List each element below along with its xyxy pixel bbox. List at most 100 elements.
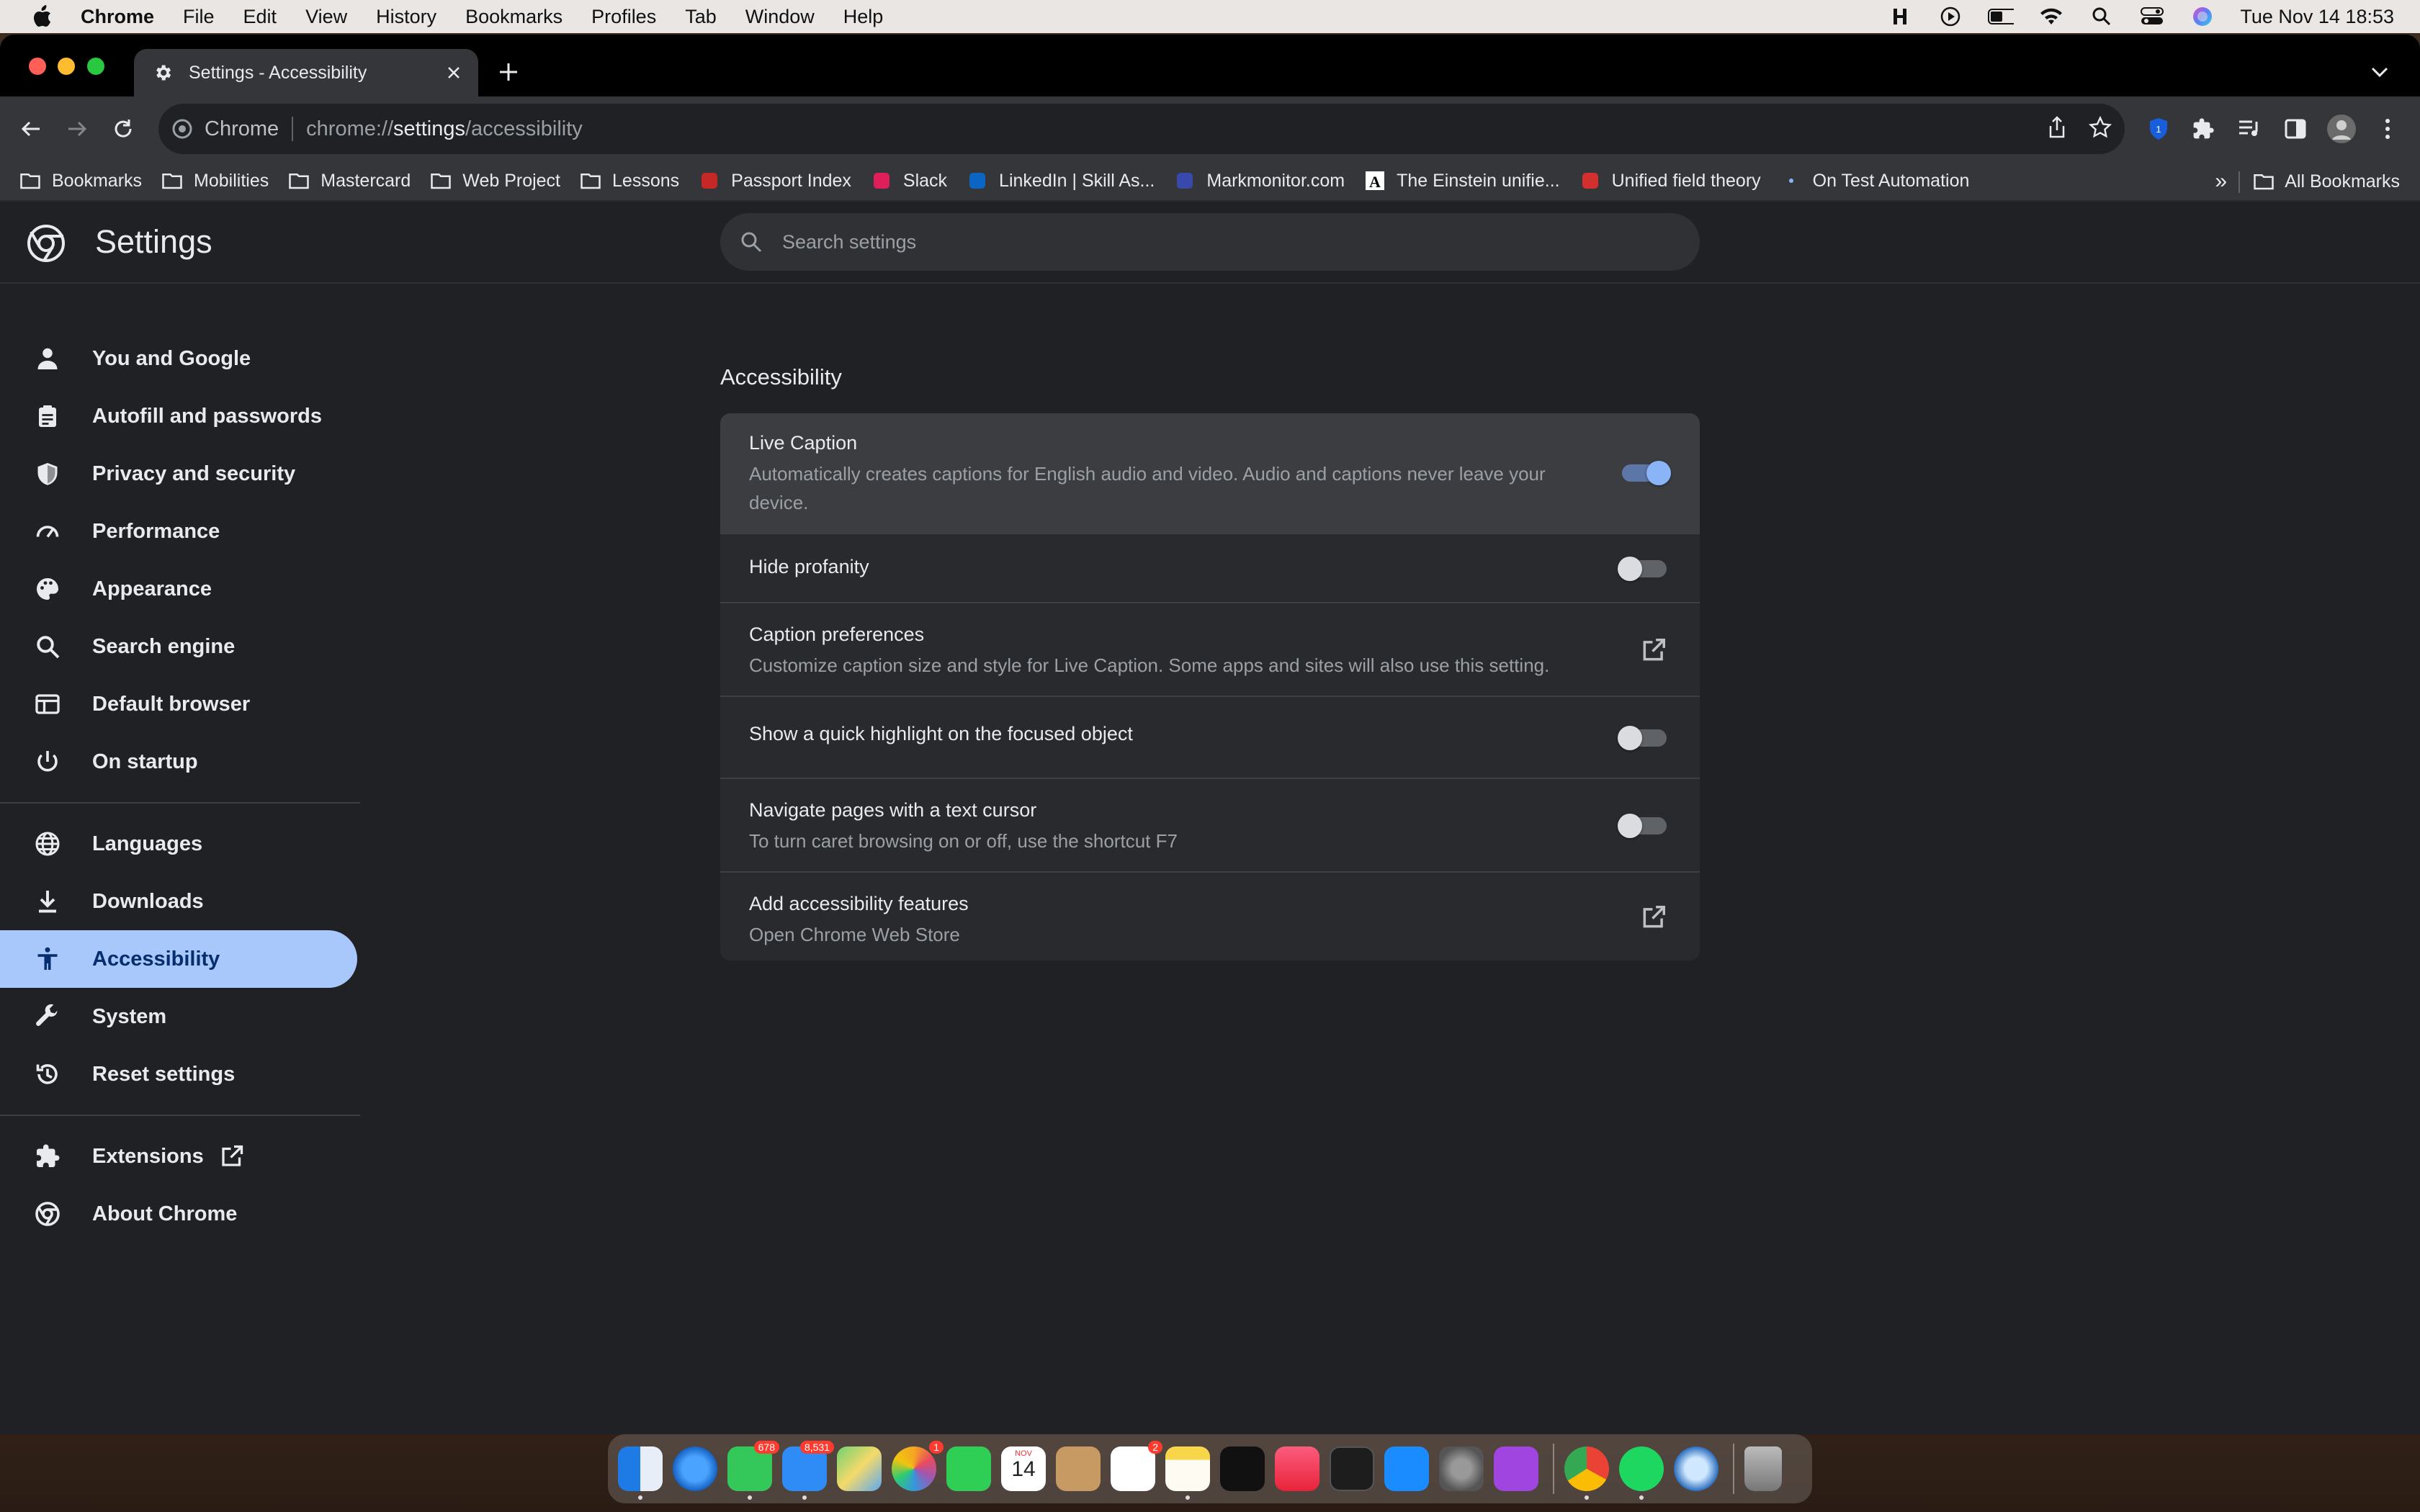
sidebar-item-privacy-and-security[interactable]: Privacy and security <box>0 445 357 503</box>
sidebar-item-appearance[interactable]: Appearance <box>0 560 357 618</box>
h-app-icon[interactable] <box>1887 6 1913 27</box>
bookmark-unified-field-theory[interactable]: Unified field theory <box>1579 171 1761 192</box>
reminders-icon[interactable]: 2 <box>1111 1441 1162 1491</box>
music-icon[interactable] <box>1275 1446 1319 1491</box>
setting-row-hide-profanity[interactable]: Hide profanity <box>720 533 1700 602</box>
search-input[interactable] <box>782 230 1646 253</box>
menubar-clock[interactable]: Tue Nov 14 18:53 <box>2240 6 2394 28</box>
terminal-icon[interactable] <box>1330 1446 1374 1491</box>
chrome-dock-icon[interactable] <box>1564 1446 1609 1500</box>
quicktime-icon[interactable] <box>1674 1446 1718 1491</box>
live-caption-toggle[interactable] <box>1622 461 1671 485</box>
bookmark-mobilities[interactable]: Mobilities <box>161 171 269 192</box>
menu-edit[interactable]: Edit <box>243 6 277 28</box>
finder-icon[interactable] <box>618 1446 663 1500</box>
bookmark-bookmarks[interactable]: Bookmarks <box>19 171 142 192</box>
menu-view[interactable]: View <box>305 6 347 28</box>
tab-settings-accessibility[interactable]: Settings - Accessibility <box>134 49 478 96</box>
control-center-icon[interactable] <box>2139 6 2165 27</box>
reload-button[interactable] <box>107 112 140 145</box>
menu-window[interactable]: Window <box>745 6 815 28</box>
spotlight-search-icon[interactable] <box>2089 6 2115 27</box>
calendar-icon[interactable]: NOV 14 <box>1001 1446 1046 1491</box>
contacts-icon[interactable] <box>1056 1446 1101 1491</box>
tab-close-icon[interactable] <box>442 61 465 84</box>
hide-profanity-toggle[interactable] <box>1618 557 1667 581</box>
share-icon[interactable] <box>2047 115 2067 143</box>
sidebar-item-reset-settings[interactable]: Reset settings <box>0 1045 357 1103</box>
url-text[interactable]: chrome://settings/accessibility <box>306 117 583 141</box>
battery-icon[interactable] <box>1988 6 2015 27</box>
menu-bookmarks[interactable]: Bookmarks <box>465 6 563 28</box>
safari-icon[interactable] <box>673 1446 717 1491</box>
notes-icon[interactable] <box>1165 1446 1210 1500</box>
mail-icon[interactable]: 8,531 <box>782 1441 834 1500</box>
sidebar-item-extensions[interactable]: Extensions <box>0 1128 357 1185</box>
spotify-icon[interactable] <box>1619 1446 1664 1500</box>
sidebar-item-autofill-and-passwords[interactable]: Autofill and passwords <box>0 387 357 445</box>
extensions-puzzle-icon[interactable] <box>2187 112 2220 145</box>
bookmark-slack[interactable]: Slack <box>870 171 947 192</box>
apple-tv-icon[interactable] <box>1220 1446 1265 1491</box>
sidebar-item-accessibility[interactable]: Accessibility <box>0 930 357 988</box>
show-a-quick-highlight-on-the-focused-object-toggle[interactable] <box>1618 726 1667 750</box>
back-button[interactable] <box>14 112 48 145</box>
menu-tab[interactable]: Tab <box>685 6 717 28</box>
bookmarks-overflow-button[interactable]: » <box>2215 161 2227 202</box>
setting-row-show-a-quick-highlight-on-the-focused-object[interactable]: Show a quick highlight on the focused ob… <box>720 696 1700 778</box>
forward-button[interactable] <box>60 112 94 145</box>
setting-row-live-caption[interactable]: Live Caption Automatically creates captio… <box>720 413 1700 533</box>
bitwarden-extension-icon[interactable]: 1 <box>2142 112 2175 145</box>
window-close-button[interactable] <box>29 58 46 75</box>
all-bookmarks-button[interactable]: All Bookmarks <box>2253 161 2400 202</box>
external-link-icon[interactable] <box>1639 636 1668 665</box>
settings-search-box[interactable] <box>720 213 1700 271</box>
window-zoom-button[interactable] <box>87 58 104 75</box>
trash-icon[interactable] <box>1744 1446 1782 1491</box>
setting-row-navigate-pages-with-a-text-cursor[interactable]: Navigate pages with a text cursor To turn… <box>720 778 1700 871</box>
sidebar-item-on-startup[interactable]: On startup <box>0 733 357 791</box>
bookmark-on-test-automation[interactable]: On Test Automation <box>1780 171 1969 192</box>
window-minimize-button[interactable] <box>58 58 75 75</box>
app-store-icon[interactable] <box>1384 1446 1429 1491</box>
menu-help[interactable]: Help <box>843 6 884 28</box>
bookmark-web-project[interactable]: Web Project <box>429 171 560 192</box>
new-tab-button[interactable] <box>496 59 521 85</box>
messages-icon[interactable]: 678 <box>727 1441 779 1500</box>
external-link-icon[interactable] <box>1639 903 1668 932</box>
sidebar-item-about-chrome[interactable]: About Chrome <box>0 1185 357 1243</box>
facetime-icon[interactable] <box>946 1446 991 1491</box>
setting-row-caption-preferences[interactable]: Caption preferences Customize caption siz… <box>720 602 1700 696</box>
menu-file[interactable]: File <box>183 6 215 28</box>
menu-profiles[interactable]: Profiles <box>591 6 656 28</box>
sidebar-item-you-and-google[interactable]: You and Google <box>0 330 357 387</box>
sidebar-item-system[interactable]: System <box>0 988 357 1045</box>
address-bar[interactable]: Chrome chrome://settings/accessibility <box>158 104 2125 154</box>
sidebar-item-search-engine[interactable]: Search engine <box>0 618 357 675</box>
side-panel-icon[interactable] <box>2279 112 2312 145</box>
bookmark-markmonitor-com[interactable]: Markmonitor.com <box>1173 171 1345 192</box>
maps-icon[interactable] <box>837 1446 882 1491</box>
bookmark-linkedin-skill-as[interactable]: LinkedIn | Skill As... <box>966 171 1155 192</box>
media-controls-icon[interactable] <box>2233 112 2266 145</box>
bookmark-star-icon[interactable] <box>2088 115 2112 143</box>
apple-menu-icon[interactable] <box>27 2 56 31</box>
bookmark-passport-index[interactable]: Passport Index <box>698 171 851 192</box>
play-icon[interactable] <box>1937 6 1963 27</box>
photos-icon[interactable]: 1 <box>892 1441 944 1491</box>
wifi-icon[interactable] <box>2038 6 2064 27</box>
menu-app-chrome[interactable]: Chrome <box>81 6 154 28</box>
chrome-menu-kebab-icon[interactable] <box>2371 112 2404 145</box>
siri-icon[interactable] <box>2190 6 2215 27</box>
navigate-pages-with-a-text-cursor-toggle[interactable] <box>1618 814 1667 838</box>
sidebar-item-default-browser[interactable]: Default browser <box>0 675 357 733</box>
sidebar-item-languages[interactable]: Languages <box>0 815 357 873</box>
bookmark-mastercard[interactable]: Mastercard <box>287 171 411 192</box>
feedback-icon[interactable] <box>1494 1446 1538 1491</box>
menu-history[interactable]: History <box>376 6 436 28</box>
profile-avatar[interactable] <box>2325 112 2358 145</box>
bookmark-lessons[interactable]: Lessons <box>579 171 679 192</box>
system-settings-icon[interactable] <box>1439 1446 1484 1491</box>
sidebar-item-performance[interactable]: Performance <box>0 503 357 560</box>
tab-search-chevron-down-icon[interactable] <box>2368 60 2391 84</box>
